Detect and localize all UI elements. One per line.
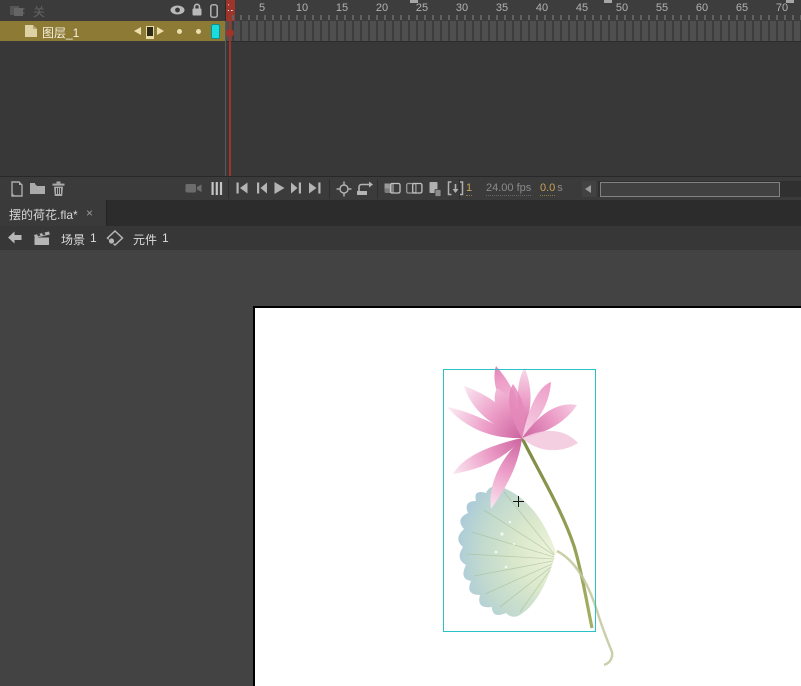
layer-outline-color-swatch[interactable] (211, 24, 220, 39)
step-forward-button[interactable] (290, 181, 304, 195)
breadcrumb-scene-label[interactable]: 场景 (61, 231, 85, 248)
delete-layer-trash-button[interactable] (51, 181, 66, 197)
onion-skin-outlines-button[interactable] (406, 181, 423, 196)
elapsed-time-value[interactable]: 0.0 (540, 182, 556, 196)
tab-close-icon[interactable]: × (86, 206, 93, 220)
timeline-scroll-left-button[interactable] (582, 181, 596, 197)
new-layer-button[interactable] (8, 181, 24, 197)
prev-keyframe-icon[interactable] (134, 27, 141, 35)
ruler-frame-label: 45 (575, 2, 589, 14)
toolbar-divider (329, 179, 330, 199)
toolbar-divider (377, 179, 378, 199)
loop-playback-button[interactable] (356, 181, 373, 196)
playhead-line[interactable] (229, 0, 231, 176)
edit-bar: 场景 1 元件 1 (0, 226, 801, 251)
registration-cross (518, 496, 519, 507)
animate-application-window: 关 1510152025303540455055606570 图 (0, 0, 801, 686)
frame-rate-value[interactable]: 24.00 fps (486, 182, 532, 196)
panel-menu-icon[interactable] (10, 5, 25, 17)
outline-view-column-icon[interactable] (210, 4, 218, 18)
document-tab-bar: 摆的荷花.fla* × (0, 200, 801, 227)
camera-icon[interactable] (185, 181, 202, 195)
work-area-pasteboard[interactable] (0, 250, 801, 686)
layer-name-label[interactable]: 图层_1 (42, 24, 79, 41)
timeline-empty-area[interactable] (0, 42, 801, 176)
current-keyframe-icon[interactable] (146, 26, 154, 39)
current-frame-value[interactable]: 1 (466, 182, 473, 196)
breadcrumb-scene-number[interactable]: 1 (90, 231, 97, 245)
ruler-frame-label: 10 (295, 2, 309, 14)
breadcrumb-symbol-label: 元件 (133, 233, 158, 247)
scroll-left-arrow-icon (585, 185, 591, 193)
timeline-columns-header: 关 (0, 0, 226, 22)
elapsed-time-field[interactable]: 0.0 s (540, 182, 563, 196)
layer-page-icon (24, 24, 38, 38)
panel-label: 关 (33, 5, 46, 19)
ruler-frame-label: 30 (455, 2, 469, 14)
lock-all-layers-icon[interactable] (191, 3, 203, 16)
timeline-frame-ruler[interactable]: 1510152025303540455055606570 (226, 0, 801, 22)
layer-lock-dot[interactable] (196, 29, 201, 34)
timeline-panel: 关 1510152025303540455055606570 图 (0, 0, 801, 201)
ruler-frame-label: 25 (415, 2, 429, 14)
show-parent-layers-icon[interactable] (211, 182, 223, 195)
timeline-toolbar: 1 24.00 fps 0.0 s (0, 176, 801, 201)
next-keyframe-icon[interactable] (157, 27, 164, 35)
step-back-button[interactable] (254, 181, 268, 195)
toolbar-divider (459, 179, 460, 199)
playhead-frame-marker[interactable] (226, 29, 234, 37)
ruler-frame-label: 5 (258, 2, 266, 14)
timeline-scrollbar-thumb[interactable] (600, 182, 780, 197)
ruler-frame-label: 50 (615, 2, 629, 14)
layer-visibility-dot[interactable] (177, 29, 182, 34)
ruler-frame-label: 40 (535, 2, 549, 14)
layer-frames-divider[interactable] (225, 21, 226, 176)
breadcrumb-symbol-number: 1 (162, 231, 169, 245)
onion-skin-button[interactable] (384, 181, 401, 196)
edit-multiple-frames-button[interactable] (427, 181, 442, 197)
current-frame-field[interactable]: 1 (466, 182, 473, 196)
document-tab[interactable]: 摆的荷花.fla* × (0, 200, 107, 226)
back-arrow-button[interactable] (7, 231, 22, 244)
elapsed-time-unit: s (557, 182, 563, 194)
symbol-icon (106, 230, 124, 246)
layer-frames-strip[interactable] (226, 21, 801, 42)
toolbar-divider (228, 179, 229, 199)
stage-canvas[interactable] (253, 306, 801, 686)
frame-rate-field[interactable]: 24.00 fps (486, 182, 532, 196)
ruler-frame-label: 35 (495, 2, 509, 14)
ruler-labels: 1510152025303540455055606570 (226, 0, 801, 21)
ruler-frame-label: 55 (655, 2, 669, 14)
layer-row[interactable]: 图层_1 (0, 21, 226, 41)
ruler-frame-label: 15 (335, 2, 349, 14)
center-frame-button[interactable] (336, 181, 352, 197)
scene-clapperboard-icon (33, 230, 52, 246)
document-tab-title[interactable]: 摆的荷花.fla* (9, 206, 78, 223)
ruler-frame-label: 20 (375, 2, 389, 14)
ruler-frame-label: 60 (695, 2, 709, 14)
modify-markers-button[interactable] (447, 181, 464, 196)
ruler-frame-label: 65 (735, 2, 749, 14)
new-folder-button[interactable] (29, 181, 46, 196)
play-button[interactable] (272, 181, 286, 195)
go-to-first-frame-button[interactable] (235, 181, 249, 195)
ruler-frame-label: 70 (775, 2, 789, 14)
go-to-last-frame-button[interactable] (308, 181, 322, 195)
show-hide-all-layers-eye-icon[interactable] (170, 5, 185, 15)
timeline-horizontal-scrollbar[interactable] (598, 181, 801, 197)
